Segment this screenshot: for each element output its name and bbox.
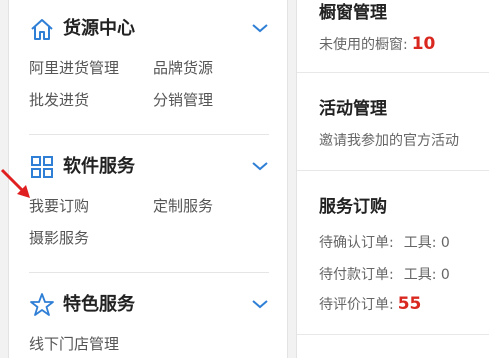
divider — [297, 334, 489, 335]
link-ali-purchase[interactable]: 阿里进货管理 — [29, 58, 119, 78]
section-header-software[interactable]: 软件服务 — [29, 152, 269, 182]
unused-windows-label: 未使用的橱窗: — [319, 37, 408, 53]
divider — [297, 72, 489, 73]
home-icon — [31, 19, 53, 40]
section-title: 软件服务 — [63, 156, 135, 177]
link-wholesale[interactable]: 批发进货 — [29, 90, 89, 110]
pending-payment-row[interactable]: 待付款订单: 工具: 0 — [319, 264, 450, 284]
divider — [29, 134, 269, 135]
unused-windows-count: 10 — [411, 34, 436, 54]
section-title: 特色服务 — [63, 294, 135, 315]
section-header-supply[interactable]: 货源中心 — [29, 14, 269, 44]
right-panel: 橱窗管理 未使用的橱窗: 10 活动管理 邀请我参加的官方活动 服务订购 待确认订… — [296, 0, 489, 358]
pending-payment-tool: 工具: 0 — [403, 267, 450, 283]
divider — [297, 170, 489, 171]
arrow-icon — [0, 168, 30, 198]
pending-review-label: 待评价订单: — [319, 297, 394, 313]
pending-confirm-row[interactable]: 待确认订单: 工具: 0 — [319, 232, 450, 252]
link-subscribe[interactable]: 我要订购 — [29, 196, 89, 216]
chevron-down-icon[interactable] — [251, 298, 269, 310]
sidebar: 货源中心 阿里进货管理 品牌货源 批发进货 分销管理 软件服务 我要订购 定制服… — [8, 0, 288, 358]
section-header-featured[interactable]: 特色服务 — [29, 290, 269, 320]
divider — [29, 272, 269, 273]
link-offline-store[interactable]: 线下门店管理 — [29, 334, 119, 354]
service-card-title[interactable]: 服务订购 — [319, 192, 387, 217]
section-software-service: 软件服务 我要订购 定制服务 摄影服务 — [29, 152, 269, 262]
link-custom-service[interactable]: 定制服务 — [153, 196, 213, 216]
activity-card-title[interactable]: 活动管理 — [319, 94, 387, 119]
chevron-down-icon[interactable] — [251, 160, 269, 172]
section-title: 货源中心 — [63, 18, 135, 39]
section-featured-service: 特色服务 线下门店管理 — [29, 290, 269, 358]
pending-payment-label: 待付款订单: — [319, 267, 394, 283]
link-brand-supply[interactable]: 品牌货源 — [153, 58, 213, 78]
pending-review-row[interactable]: 待评价订单: 55 — [319, 294, 421, 314]
pending-confirm-label: 待确认订单: — [319, 235, 394, 251]
pending-review-count: 55 — [397, 294, 422, 314]
activity-invite-link[interactable]: 邀请我参加的官方活动 — [319, 130, 459, 150]
pending-confirm-tool: 工具: 0 — [403, 235, 450, 251]
section-supply-center: 货源中心 阿里进货管理 品牌货源 批发进货 分销管理 — [29, 14, 269, 124]
link-distribution[interactable]: 分销管理 — [153, 90, 213, 110]
link-photography[interactable]: 摄影服务 — [29, 228, 89, 248]
unused-windows-row[interactable]: 未使用的橱窗: 10 — [319, 34, 435, 54]
window-card-title[interactable]: 橱窗管理 — [319, 0, 387, 23]
star-icon — [30, 293, 54, 316]
chevron-down-icon[interactable] — [251, 22, 269, 34]
